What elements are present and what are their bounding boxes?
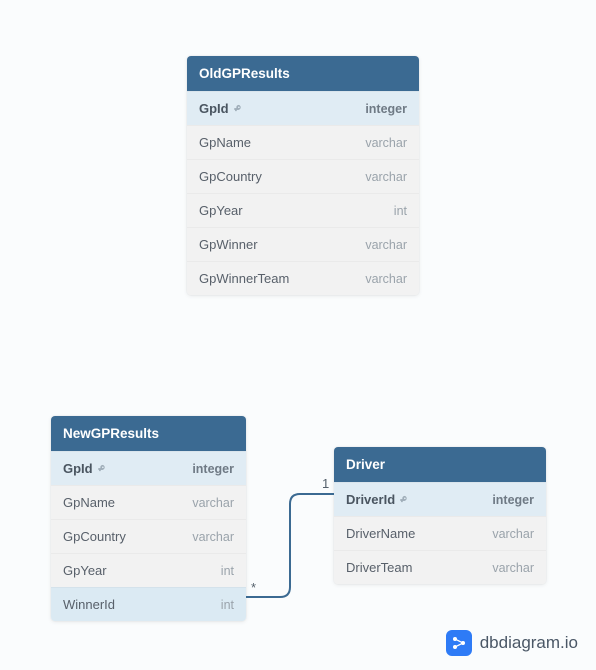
- column-name: GpId: [199, 101, 243, 116]
- column-type: int: [221, 564, 234, 578]
- column-name: DriverName: [346, 526, 415, 541]
- dbdiagram-logo-icon: [446, 630, 472, 656]
- table-row[interactable]: GpYear int: [187, 193, 419, 227]
- column-name: GpName: [199, 135, 251, 150]
- table-driver[interactable]: Driver DriverId integer DriverName varch…: [334, 447, 546, 584]
- column-name: GpName: [63, 495, 115, 510]
- cardinality-one: 1: [322, 476, 329, 491]
- column-name: GpYear: [199, 203, 243, 218]
- table-header-newgpresults[interactable]: NewGPResults: [51, 416, 246, 451]
- column-type: varchar: [365, 136, 407, 150]
- table-row[interactable]: GpId integer: [51, 451, 246, 485]
- column-name: GpId: [63, 461, 107, 476]
- column-name: DriverId: [346, 492, 409, 507]
- column-type: varchar: [192, 530, 234, 544]
- table-row[interactable]: GpName varchar: [187, 125, 419, 159]
- table-row[interactable]: DriverName varchar: [334, 516, 546, 550]
- table-row[interactable]: WinnerId int: [51, 587, 246, 621]
- watermark[interactable]: dbdiagram.io: [446, 630, 578, 656]
- table-row[interactable]: DriverTeam varchar: [334, 550, 546, 584]
- table-header-oldgpresults[interactable]: OldGPResults: [187, 56, 419, 91]
- table-row[interactable]: GpId integer: [187, 91, 419, 125]
- column-type: varchar: [492, 561, 534, 575]
- column-name: GpWinnerTeam: [199, 271, 289, 286]
- column-type: varchar: [365, 170, 407, 184]
- table-row[interactable]: GpCountry varchar: [51, 519, 246, 553]
- column-type: varchar: [365, 272, 407, 286]
- column-name: GpWinner: [199, 237, 258, 252]
- table-header-driver[interactable]: Driver: [334, 447, 546, 482]
- column-type: int: [221, 598, 234, 612]
- column-name: GpCountry: [63, 529, 126, 544]
- column-name: WinnerId: [63, 597, 115, 612]
- column-type: integer: [365, 102, 407, 116]
- diagram-canvas[interactable]: OldGPResults GpId integer GpName varchar…: [0, 0, 596, 670]
- watermark-text: dbdiagram.io: [480, 633, 578, 653]
- table-newgpresults[interactable]: NewGPResults GpId integer GpName varchar…: [51, 416, 246, 621]
- column-name: GpYear: [63, 563, 107, 578]
- cardinality-many: *: [251, 580, 256, 595]
- table-row[interactable]: GpCountry varchar: [187, 159, 419, 193]
- column-type: varchar: [492, 527, 534, 541]
- column-type: varchar: [192, 496, 234, 510]
- column-type: integer: [492, 493, 534, 507]
- key-icon: [399, 495, 409, 505]
- column-type: varchar: [365, 238, 407, 252]
- table-row[interactable]: GpName varchar: [51, 485, 246, 519]
- column-type: int: [394, 204, 407, 218]
- table-row[interactable]: DriverId integer: [334, 482, 546, 516]
- table-row[interactable]: GpYear int: [51, 553, 246, 587]
- column-name: GpCountry: [199, 169, 262, 184]
- table-row[interactable]: GpWinner varchar: [187, 227, 419, 261]
- table-oldgpresults[interactable]: OldGPResults GpId integer GpName varchar…: [187, 56, 419, 295]
- column-type: integer: [192, 462, 234, 476]
- key-icon: [233, 104, 243, 114]
- column-name: DriverTeam: [346, 560, 412, 575]
- key-icon: [97, 464, 107, 474]
- table-row[interactable]: GpWinnerTeam varchar: [187, 261, 419, 295]
